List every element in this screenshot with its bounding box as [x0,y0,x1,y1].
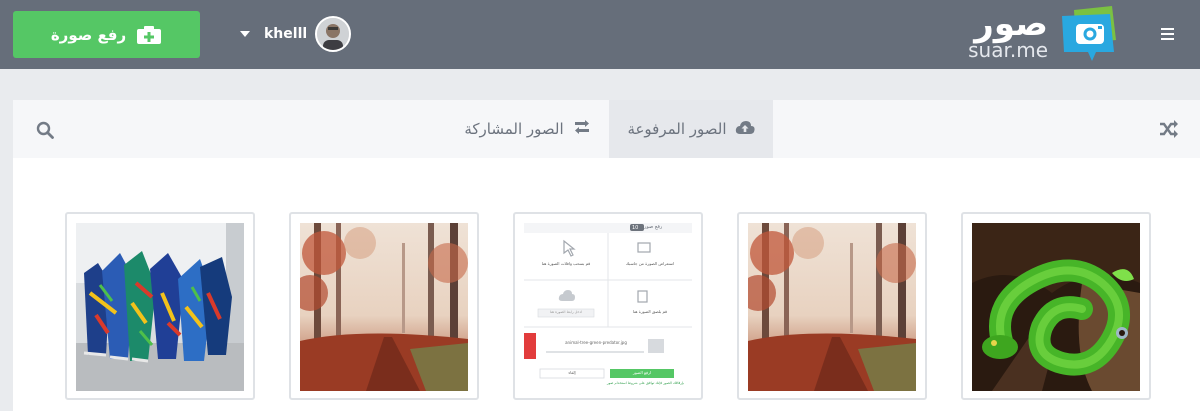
logo-latin: suar.me [968,38,1048,62]
camera-plus-icon [136,25,162,45]
image-card[interactable] [65,212,255,400]
avatar[interactable] [315,16,352,52]
preview-option-paste: قم بلصق الصورة هنا [632,309,668,314]
caret-down-icon [240,31,250,37]
preview-cancel-button: إلغاء [568,370,576,375]
upload-button-label: رفع صورة [50,25,127,44]
preview-file-name: animal-tree-green-predator.jpg [565,340,627,345]
image-thumbnail[interactable] [76,223,244,391]
image-thumbnail[interactable] [748,223,916,391]
gallery: رفع صور 10 استعراض الصورة من جاسبك قم بس… [13,158,1200,411]
tab-shared-images[interactable]: الصور المشاركة [443,100,613,158]
preview-url-placeholder: ادخل رابط الصورة هنا [549,310,583,314]
image-thumbnail[interactable] [972,223,1140,391]
image-thumbnail[interactable]: رفع صور 10 استعراض الصورة من جاسبك قم بس… [524,223,692,391]
preview-option-computer: استعراض الصورة من جاسبك [625,261,675,266]
top-navbar: رفع صورة khelll صور suar.me [0,0,1200,69]
retweet-icon [572,119,592,139]
username: khelll [264,26,308,42]
logo-camera-icon[interactable] [1056,6,1122,62]
preview-terms-note: بإرفاقك الصور فإنك توافق على شروط استخدا… [606,381,684,385]
preview-title: رفع صور [644,224,663,230]
shuffle-icon[interactable] [1159,120,1179,138]
logo-arabic: صور [974,4,1049,44]
preview-option-drag: قم بسحب وافلات الصورة هنا [541,261,591,266]
image-tabs-bar: الصور المشاركة الصور المرفوعة [13,100,1200,158]
menu-icon[interactable] [1161,28,1174,40]
cloud-upload-icon [735,119,755,139]
image-card[interactable] [737,212,927,400]
image-card[interactable] [289,212,479,400]
image-card[interactable] [961,212,1151,400]
preview-count: 10 [632,225,639,231]
user-menu[interactable]: khelll [240,15,352,53]
image-thumbnail[interactable] [300,223,468,391]
upload-image-button[interactable]: رفع صورة [13,11,200,58]
tab-uploaded-label: الصور المرفوعة [627,120,727,138]
image-card[interactable]: رفع صور 10 استعراض الصورة من جاسبك قم بس… [513,212,703,400]
tab-uploaded-images[interactable]: الصور المرفوعة [609,100,773,158]
preview-upload-button: ارفع الصور [632,370,652,375]
search-icon[interactable] [36,121,54,139]
tab-shared-label: الصور المشاركة [464,120,564,138]
site-logo-text[interactable]: صور suar.me [968,4,1049,62]
